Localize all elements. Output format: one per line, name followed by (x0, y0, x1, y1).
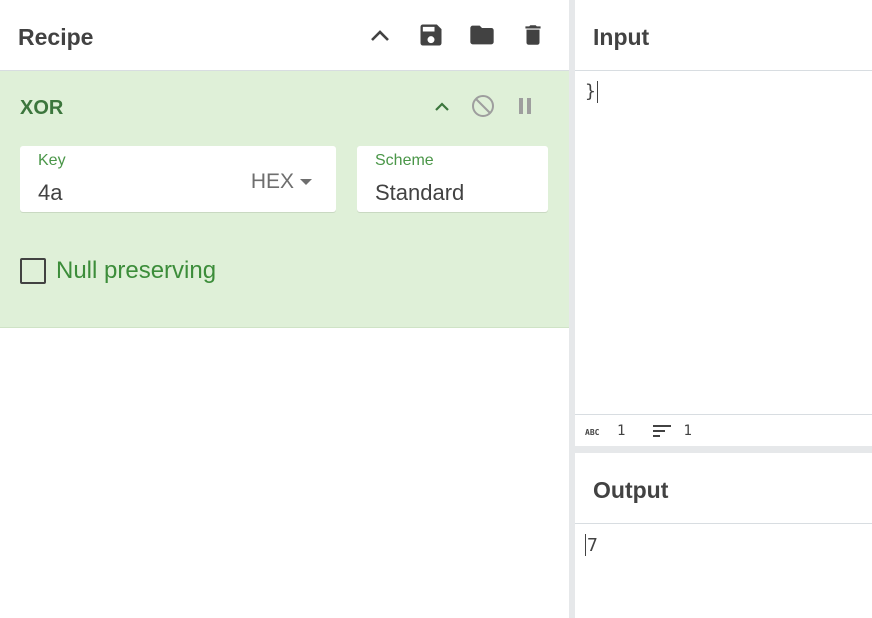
collapse-operation-button[interactable] (428, 92, 456, 120)
key-field[interactable]: Key 4a HEX (20, 146, 336, 212)
input-textarea[interactable]: } (575, 71, 872, 413)
chevron-up-icon (371, 30, 389, 41)
save-recipe-button[interactable] (415, 19, 447, 51)
output-title: Output (593, 477, 669, 503)
io-resize-handle[interactable] (575, 446, 872, 453)
svg-text:ABC: ABC (585, 428, 600, 437)
scheme-select[interactable]: Standard (375, 180, 464, 206)
key-input[interactable]: 4a (38, 180, 62, 206)
clear-recipe-button[interactable] (517, 19, 549, 51)
operation-title: XOR (20, 97, 64, 119)
scheme-field[interactable]: Scheme Standard (357, 146, 548, 212)
text-cursor (596, 81, 598, 103)
recipe-pane: Recipe XOR Key 4a HEX Scheme Standard Nu… (0, 0, 569, 618)
operation-xor[interactable]: XOR Key 4a HEX Scheme Standard Null pres… (0, 71, 569, 328)
output-value: 7 (587, 534, 598, 556)
input-value: } (585, 81, 596, 102)
folder-icon (470, 25, 494, 45)
chevron-up-icon (435, 102, 449, 111)
char-count: ABC 1 (585, 423, 625, 439)
null-preserving-label[interactable]: Null preserving (56, 257, 216, 285)
output-textarea[interactable]: 7 (575, 524, 872, 618)
collapse-recipe-button[interactable] (364, 19, 396, 51)
key-format-value: HEX (250, 170, 294, 193)
lines-icon (653, 425, 672, 437)
input-status-bar: ABC 1 1 (575, 414, 872, 447)
caret-down-icon (300, 179, 312, 185)
abc-icon: ABC (585, 428, 600, 437)
input-header: Input (575, 0, 872, 71)
line-count-value: 1 (683, 423, 692, 439)
save-icon (420, 24, 442, 46)
null-preserving-option[interactable]: Null preserving (20, 257, 216, 285)
trash-icon (525, 25, 541, 45)
disable-icon (472, 95, 494, 117)
disable-operation-button[interactable] (469, 92, 497, 120)
char-count-value: 1 (617, 423, 626, 439)
recipe-title: Recipe (18, 24, 94, 50)
key-format-dropdown[interactable]: HEX (251, 170, 312, 194)
null-preserving-checkbox[interactable] (20, 258, 46, 284)
output-text: 7 (585, 534, 598, 556)
recipe-header: Recipe (0, 0, 569, 71)
load-recipe-button[interactable] (466, 19, 498, 51)
input-title: Input (593, 24, 650, 50)
input-text: } (585, 81, 598, 103)
io-pane: Input } ABC 1 1 Output 7 (575, 0, 872, 618)
key-label: Key (38, 152, 66, 169)
output-header: Output (575, 453, 872, 524)
text-cursor (585, 534, 586, 556)
pause-icon (519, 98, 531, 114)
scheme-label: Scheme (375, 152, 434, 169)
breakpoint-button[interactable] (511, 92, 539, 120)
line-count: 1 (653, 423, 692, 439)
